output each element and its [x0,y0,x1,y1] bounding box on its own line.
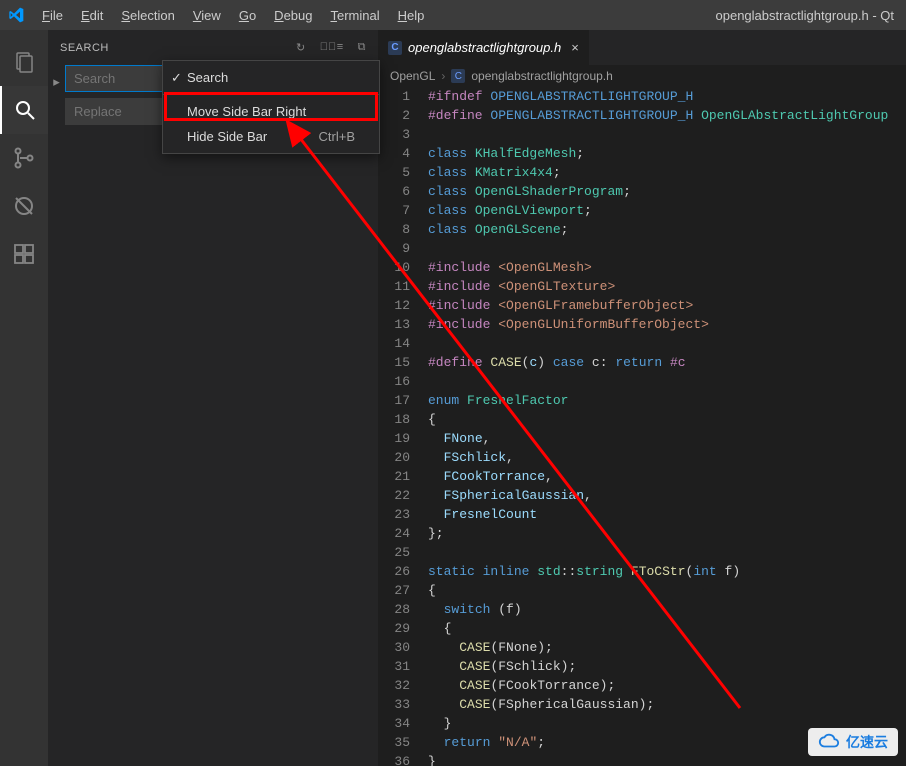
code-content[interactable]: #ifndef OPENGLABSTRACTLIGHTGROUP_H#defin… [428,87,906,766]
menu-go[interactable]: Go [231,4,264,27]
breadcrumb-segment[interactable]: OpenGL [390,69,435,83]
menu-view[interactable]: View [185,4,229,27]
watermark: 亿速云 [808,728,898,756]
context-menu: Search Move Side Bar RightHide Side BarCt… [162,60,380,154]
menu-bar: FileEditSelectionViewGoDebugTerminalHelp [34,4,432,27]
breadcrumb-segment[interactable]: openglabstractlightgroup.h [471,69,612,83]
chevron-right-icon: › [441,69,445,83]
extensions-icon[interactable] [0,230,48,278]
debug-icon[interactable] [0,182,48,230]
explorer-icon[interactable] [0,38,48,86]
tab-filename: openglabstractlightgroup.h [408,40,561,55]
toggle-replace-icon[interactable]: ▸ [48,74,65,90]
refresh-icon[interactable]: ↻ [296,41,306,54]
breadcrumb[interactable]: OpenGL › C openglabstractlightgroup.h [378,65,906,87]
sidebar-title: SEARCH [60,42,109,54]
clear-icon[interactable]: �⃒≡ [320,41,344,54]
menu-edit[interactable]: Edit [73,4,111,27]
editor-tabs: C openglabstractlightgroup.h × [378,30,906,65]
code-editor[interactable]: 1234567891011121314151617181920212223242… [378,87,906,766]
source-control-icon[interactable] [0,134,48,182]
ctx-search[interactable]: Search [163,65,379,90]
window-title: openglabstractlightgroup.h - Qt [432,8,898,23]
menu-debug[interactable]: Debug [266,4,320,27]
c-file-icon: C [388,41,402,55]
vscode-logo-icon [8,7,24,23]
close-tab-icon[interactable]: × [571,40,579,55]
c-file-icon: C [451,69,465,83]
editor-tab[interactable]: C openglabstractlightgroup.h × [378,30,590,65]
title-bar: FileEditSelectionViewGoDebugTerminalHelp… [0,0,906,30]
editor-group: C openglabstractlightgroup.h × OpenGL › … [378,30,906,766]
collapse-icon[interactable]: ⧉ [358,41,366,54]
activity-bar [0,30,48,766]
watermark-text: 亿速云 [846,732,888,752]
cloud-icon [818,733,840,752]
line-number-gutter: 1234567891011121314151617181920212223242… [378,87,428,766]
ctx-move-side-bar-right[interactable]: Move Side Bar Right [163,99,379,124]
search-icon[interactable] [0,86,48,134]
ctx-hide-side-bar[interactable]: Hide Side BarCtrl+B [163,124,379,149]
menu-file[interactable]: File [34,4,71,27]
menu-help[interactable]: Help [390,4,433,27]
menu-selection[interactable]: Selection [113,4,182,27]
menu-terminal[interactable]: Terminal [322,4,387,27]
